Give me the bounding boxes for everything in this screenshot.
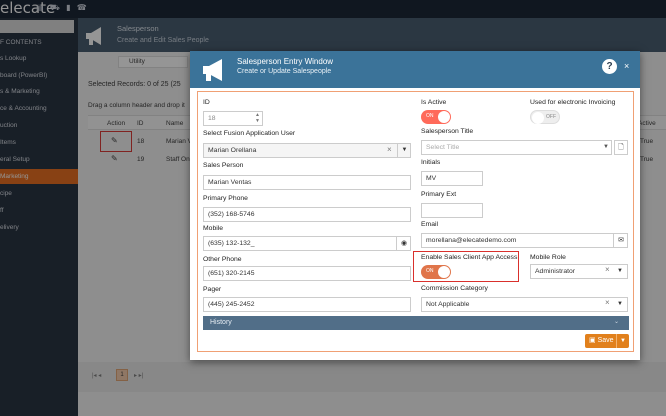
save-label: Save [597,337,614,344]
toggle-state: ON [426,113,434,119]
toggle-state: ON [426,268,434,274]
history-panel-header[interactable]: History [203,316,629,330]
initials-label: Initials [421,159,441,166]
clear-icon[interactable]: × [605,265,610,274]
mobile-role-select[interactable]: Administrator [530,264,628,279]
megaphone-icon [201,58,229,82]
document-icon[interactable]: 🗋 [614,140,628,155]
toggle-knob [438,266,450,278]
save-icon: ▣ [589,337,598,344]
save-dropdown-icon[interactable]: ▼ [616,334,629,348]
pager-label: Pager [203,286,222,293]
chevron-down-icon[interactable]: ▼ [617,297,623,312]
chevron-down-icon[interactable]: ▼ [603,140,609,155]
fusion-user-select[interactable]: Marian Orellana [203,143,411,158]
primary-phone-label: Primary Phone [203,195,248,202]
pager-input[interactable]: (445) 245-2452 [203,297,411,312]
stepper-arrows-icon[interactable]: ▲ ▼ [255,112,260,124]
fusion-user-label: Select Fusion Application User [203,130,296,137]
primary-ext-input[interactable] [421,203,483,218]
is-active-toggle[interactable]: ON [421,110,451,124]
id-label: ID [203,99,210,106]
other-phone-label: Other Phone [203,256,242,263]
modal-title: Salesperson Entry Window [237,57,334,66]
email-input[interactable]: morellana@elecatedemo.com [421,233,628,248]
toggle-state: OFF [546,114,556,120]
salesperson-title-select[interactable]: Select Title [421,140,612,155]
is-active-label: Is Active [421,99,447,106]
einvoice-toggle[interactable]: OFF [530,110,560,124]
chevron-down-icon[interactable]: ⌄ [614,318,619,325]
client-access-label: Enable Sales Client App Access [421,254,518,261]
modal-subtitle: Create or Update Salespeople [237,68,332,75]
rss-icon[interactable]: ◉ [396,236,411,251]
email-label: Email [421,221,438,228]
mobile-role-label: Mobile Role [530,254,566,261]
chevron-down-icon[interactable]: ▼ [397,143,411,158]
clear-icon[interactable]: × [605,298,610,307]
sales-person-label: Sales Person [203,162,244,169]
primary-ext-label: Primary Ext [421,191,457,198]
commission-label: Commission Category [421,285,488,292]
other-phone-input[interactable]: (651) 320-2145 [203,266,411,281]
clear-icon[interactable]: × [387,145,392,154]
mobile-label: Mobile [203,225,224,232]
close-icon[interactable]: × [624,61,629,71]
chevron-down-icon[interactable]: ▼ [617,264,623,279]
salesperson-title-label: Salesperson Title [421,128,474,135]
id-stepper[interactable]: 18 [203,111,263,126]
toggle-knob [438,111,450,123]
envelope-icon[interactable]: ✉ [613,233,628,248]
initials-input[interactable]: MV [421,171,483,186]
toggle-knob [532,112,544,124]
client-access-toggle[interactable]: ON [421,265,451,279]
mobile-input[interactable]: (635) 132-132_ [203,236,411,251]
sales-person-input[interactable]: Marian Ventas [203,175,411,190]
commission-select[interactable]: Not Applicable [421,297,628,312]
help-icon[interactable]: ? [602,59,617,74]
einvoice-label: Used for electronic Invoicing [530,99,616,106]
primary-phone-input[interactable]: (352) 168-5746 [203,207,411,222]
